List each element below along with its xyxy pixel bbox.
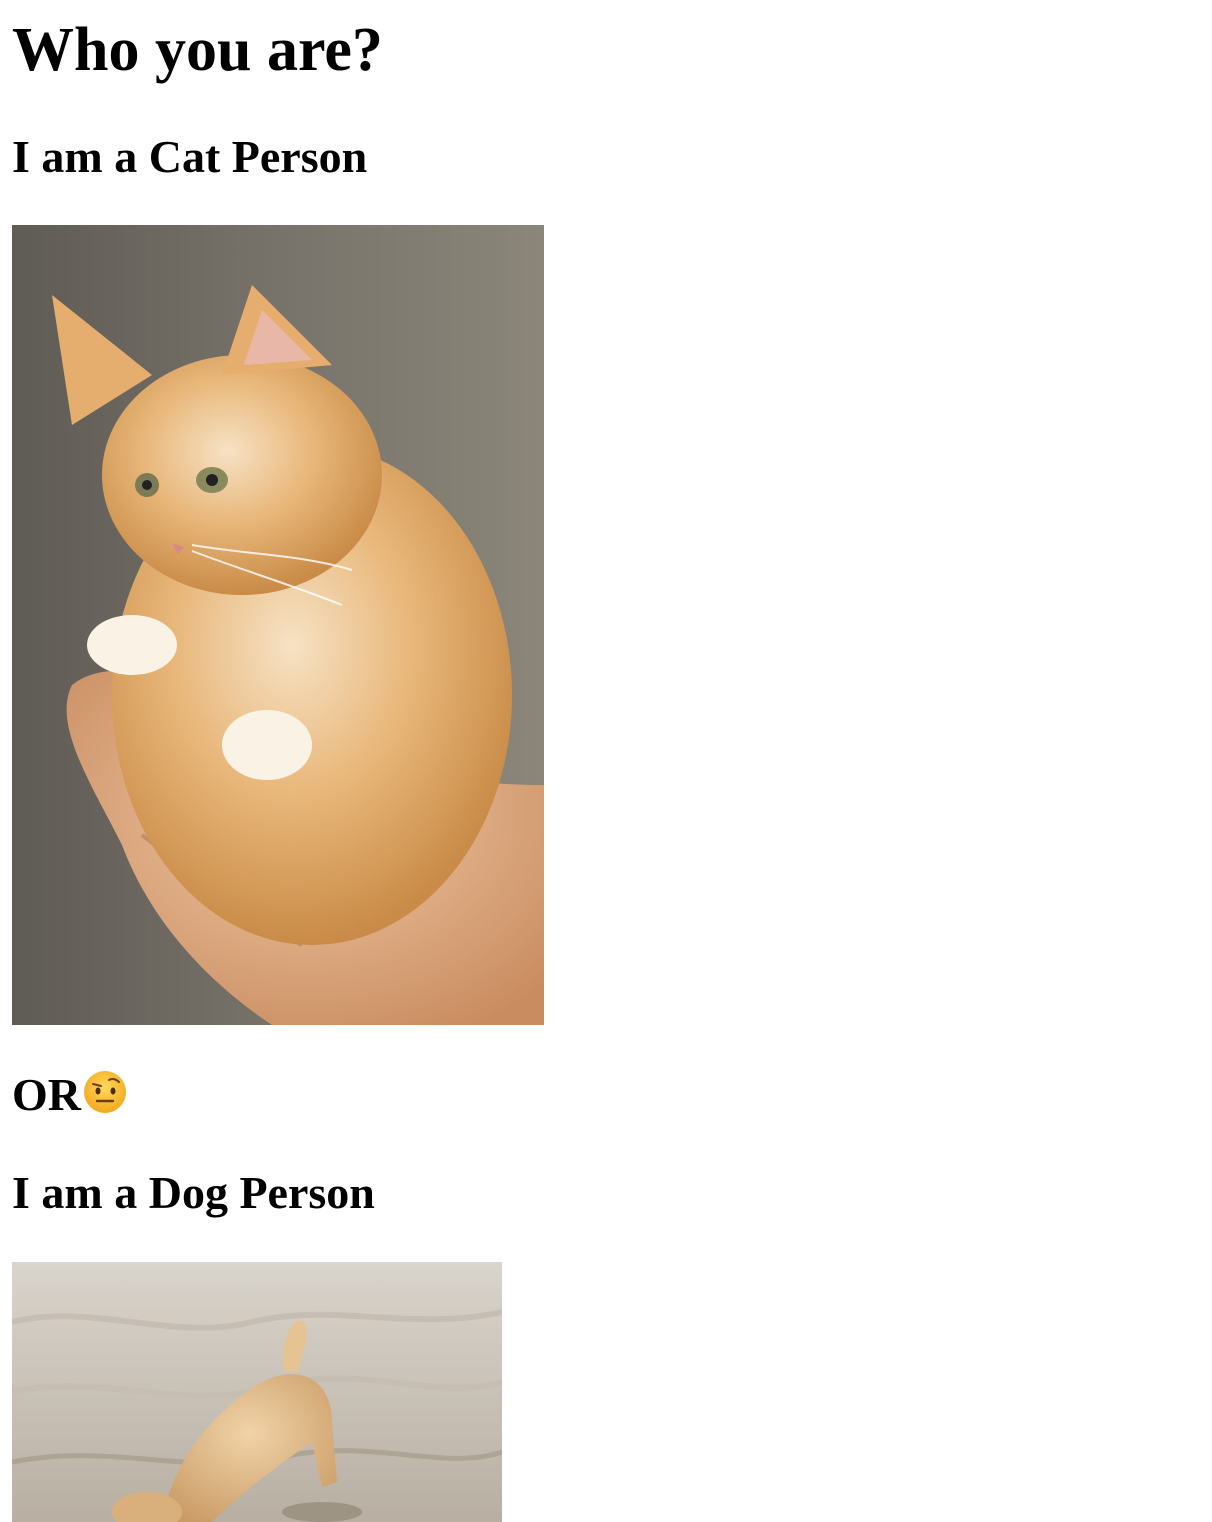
page-title: Who you are? <box>12 16 383 84</box>
or-heading: OR <box>12 1068 127 1122</box>
cat-person-heading: I am a Cat Person <box>12 131 368 182</box>
raised-eyebrow-face-icon <box>83 1070 127 1114</box>
dog-photo <box>12 1262 502 1522</box>
or-label: OR <box>12 1069 81 1120</box>
page-content: Who you are? I am a Cat Person OR I am a… <box>12 0 1200 1522</box>
kitten-photo <box>12 225 544 1025</box>
dog-person-heading: I am a Dog Person <box>12 1167 375 1218</box>
